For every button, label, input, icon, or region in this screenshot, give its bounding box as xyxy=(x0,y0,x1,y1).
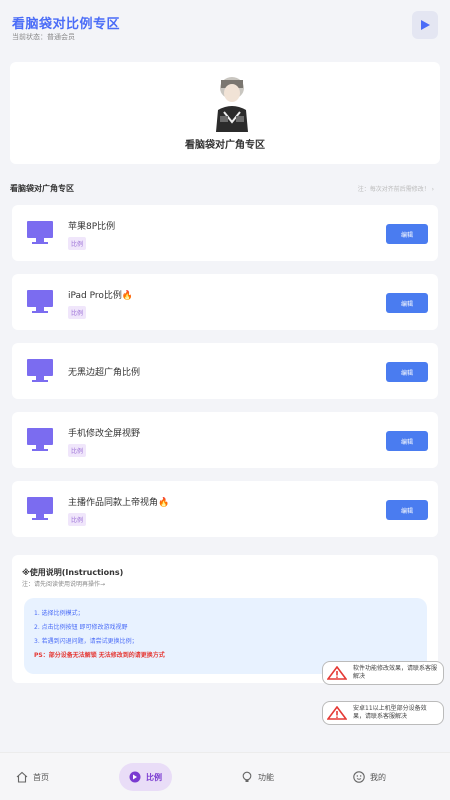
tab-features[interactable]: 功能 xyxy=(241,763,274,791)
tab-label: 功能 xyxy=(258,772,274,782)
instructions-note: 注：请先阅读使用说明再操作→ xyxy=(22,581,106,588)
hero-title: 看脑袋对广角专区 xyxy=(185,140,265,151)
ratio-card[interactable]: 无黑边超广角比例 编辑 xyxy=(12,343,438,399)
tab-mine[interactable]: 我的 xyxy=(353,763,386,791)
card-tag: 比例 xyxy=(68,237,87,250)
membership-status: 当前状态：普通会员 xyxy=(12,33,75,41)
monitor-icon xyxy=(27,290,53,313)
edit-button[interactable]: 编辑 xyxy=(386,293,428,313)
monitor-icon xyxy=(27,428,53,451)
tab-ratio[interactable]: 比例 xyxy=(119,763,172,791)
instruction-line: 3. 若遇到闪退问题，请尝试更换比例； xyxy=(34,638,138,645)
monitor-icon xyxy=(27,359,53,382)
play-button[interactable] xyxy=(412,11,438,39)
card-name: 无黑边超广角比例 xyxy=(68,368,141,378)
section-header: 看脑袋对广角专区 注：每次对齐前后需修改！ › xyxy=(10,183,440,195)
ratio-card[interactable]: iPad Pro比例🔥 比例 编辑 xyxy=(12,274,438,330)
edit-button[interactable]: 编辑 xyxy=(386,431,428,451)
home-icon xyxy=(16,771,28,783)
bottom-tab-bar: 首页 比例 功能 我的 xyxy=(0,752,450,800)
bulb-icon xyxy=(242,771,252,782)
instructions-title: ※使用说明(Instructions) xyxy=(22,568,124,577)
instruction-line: 1. 选择比例模式； xyxy=(34,610,84,617)
monitor-icon xyxy=(27,497,53,520)
instruction-warning: PS：部分设备无法解锁 无法修改到的请更换方式 xyxy=(34,652,165,659)
warning-icon xyxy=(327,666,347,680)
ratio-card[interactable]: 苹果8P比例 比例 编辑 xyxy=(12,205,438,261)
instruction-line: 2. 点击比例按钮 即可修改游戏视野 xyxy=(34,624,128,631)
card-tag: 比例 xyxy=(68,444,87,457)
avatar xyxy=(216,77,248,132)
play-icon xyxy=(421,20,430,30)
section-hint[interactable]: 注：每次对齐前后需修改！ › xyxy=(358,184,434,193)
app-title: 看脑袋对比例专区 xyxy=(12,17,121,32)
user-icon xyxy=(353,771,365,783)
edit-button[interactable]: 编辑 xyxy=(386,224,428,244)
toast-text: 软件功能修改效果，请联系客服解决 xyxy=(353,665,438,680)
warning-toast[interactable]: 软件功能修改效果，请联系客服解决 xyxy=(322,661,444,685)
card-tag: 比例 xyxy=(68,513,87,526)
card-name: 苹果8P比例 xyxy=(68,222,116,232)
tab-home[interactable]: 首页 xyxy=(16,763,49,791)
warning-icon xyxy=(327,706,347,720)
ratio-card[interactable]: 主播作品同款上帝视角🔥 比例 编辑 xyxy=(12,481,438,537)
edit-button[interactable]: 编辑 xyxy=(386,362,428,382)
section-title: 看脑袋对广角专区 xyxy=(10,184,74,193)
card-name: 手机修改全屏视野 xyxy=(68,429,141,439)
card-name: 主播作品同款上帝视角🔥 xyxy=(68,498,170,508)
card-name: iPad Pro比例🔥 xyxy=(68,291,134,301)
top-bar: 看脑袋对比例专区 当前状态：普通会员 xyxy=(0,0,450,52)
tab-label: 我的 xyxy=(370,772,386,782)
ratio-icon xyxy=(129,771,141,783)
ratio-card[interactable]: 手机修改全屏视野 比例 编辑 xyxy=(12,412,438,468)
tab-label: 首页 xyxy=(33,772,49,782)
tab-label: 比例 xyxy=(146,772,162,782)
warning-toast[interactable]: 安卓11以上机型部分设备效果，请联系客服解决 xyxy=(322,701,444,725)
card-tag: 比例 xyxy=(68,306,87,319)
monitor-icon xyxy=(27,221,53,244)
toast-text: 安卓11以上机型部分设备效果，请联系客服解决 xyxy=(353,705,427,720)
edit-button[interactable]: 编辑 xyxy=(386,500,428,520)
